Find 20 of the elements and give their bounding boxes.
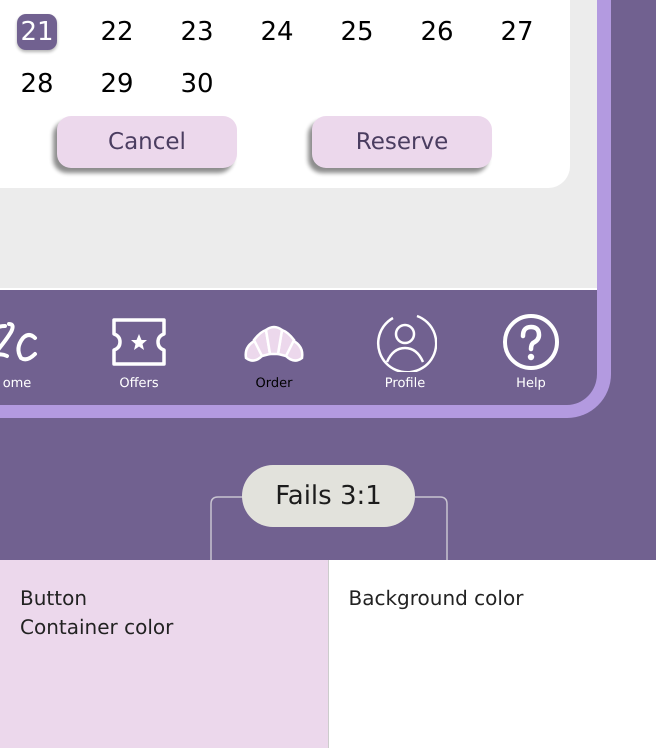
reserve-button[interactable]: Reserve xyxy=(312,116,492,168)
contrast-badge: Fails 3:1 xyxy=(242,465,415,527)
color-swatch: Background color xyxy=(328,560,656,748)
calendar-day[interactable]: 27 xyxy=(497,14,537,50)
color-swatch: Button Container color xyxy=(0,560,328,748)
calendar-day[interactable]: 29 xyxy=(97,66,137,102)
calendar-day[interactable]: 23 xyxy=(177,14,217,50)
calendar-day[interactable]: 22 xyxy=(97,14,137,50)
calendar-day[interactable]: 21 xyxy=(17,14,57,50)
nav-label[interactable]: Offers xyxy=(119,376,159,391)
nav-label[interactable]: ome xyxy=(2,376,32,391)
cancel-button[interactable]: Cancel xyxy=(57,116,237,168)
calendar-day[interactable]: 24 xyxy=(257,14,297,50)
nav-label[interactable]: Help xyxy=(516,376,546,391)
nav-label[interactable]: Profile xyxy=(384,376,426,391)
calendar-day[interactable]: 30 xyxy=(177,66,217,102)
calendar-day[interactable]: 28 xyxy=(17,66,57,102)
calendar-day[interactable]: 26 xyxy=(417,14,457,50)
calendar-day[interactable]: 25 xyxy=(337,14,377,50)
nav-label[interactable]: Order xyxy=(256,376,292,391)
